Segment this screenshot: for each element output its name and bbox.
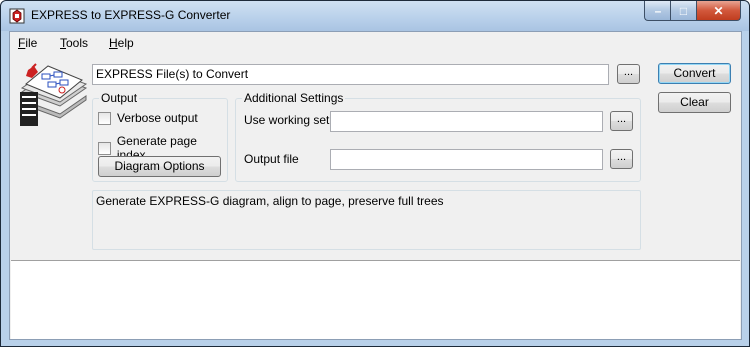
express-files-browse-button[interactable]: ...	[617, 64, 640, 84]
menu-file[interactable]: File	[18, 36, 37, 50]
close-button[interactable]: ✕	[696, 1, 741, 21]
minimize-button[interactable]: –	[644, 1, 671, 21]
output-file-browse-button[interactable]: ...	[610, 149, 633, 169]
output-file-label: Output file	[244, 152, 299, 166]
window-title: EXPRESS to EXPRESS-G Converter	[31, 8, 231, 22]
additional-settings-title: Additional Settings	[242, 91, 346, 105]
menu-help[interactable]: Help	[109, 36, 134, 50]
minimize-icon: –	[654, 3, 662, 18]
menu-bar: File Tools Help	[10, 32, 741, 54]
working-set-browse-button[interactable]: ...	[610, 111, 633, 131]
menu-tools[interactable]: Tools	[60, 36, 88, 50]
verbose-output-label: Verbose output	[117, 111, 198, 125]
close-icon: ✕	[713, 3, 724, 18]
additional-settings-group: Additional Settings Use working set ... …	[235, 91, 641, 182]
title-bar[interactable]: EXPRESS to EXPRESS-G Converter – □ ✕	[1, 1, 749, 31]
verbose-output-checkbox[interactable]	[98, 111, 111, 125]
clear-button[interactable]: Clear	[658, 92, 731, 113]
output-file-input[interactable]	[330, 149, 603, 170]
app-icon	[9, 8, 25, 24]
express-files-input[interactable]: EXPRESS File(s) to Convert	[92, 64, 609, 85]
convert-button[interactable]: Convert	[658, 63, 731, 84]
diagram-options-button[interactable]: Diagram Options	[98, 156, 221, 177]
app-window: EXPRESS to EXPRESS-G Converter – □ ✕ Fil…	[0, 0, 750, 347]
info-panel: Generate EXPRESS-G diagram, align to pag…	[92, 190, 641, 250]
maximize-button[interactable]: □	[670, 1, 696, 21]
verbose-output-option[interactable]: Verbose output	[98, 111, 198, 125]
output-group-title: Output	[99, 91, 140, 105]
log-output-area[interactable]	[11, 260, 740, 339]
client-area: File Tools Help EXPRESS File(s) to Conve…	[9, 31, 742, 340]
output-group: Output Verbose output Generate page inde…	[92, 91, 228, 182]
working-set-input[interactable]	[330, 111, 603, 132]
maximize-icon: □	[679, 3, 688, 18]
page-index-checkbox[interactable]	[98, 141, 111, 155]
working-set-label: Use working set	[244, 113, 330, 127]
app-logo	[20, 63, 88, 126]
